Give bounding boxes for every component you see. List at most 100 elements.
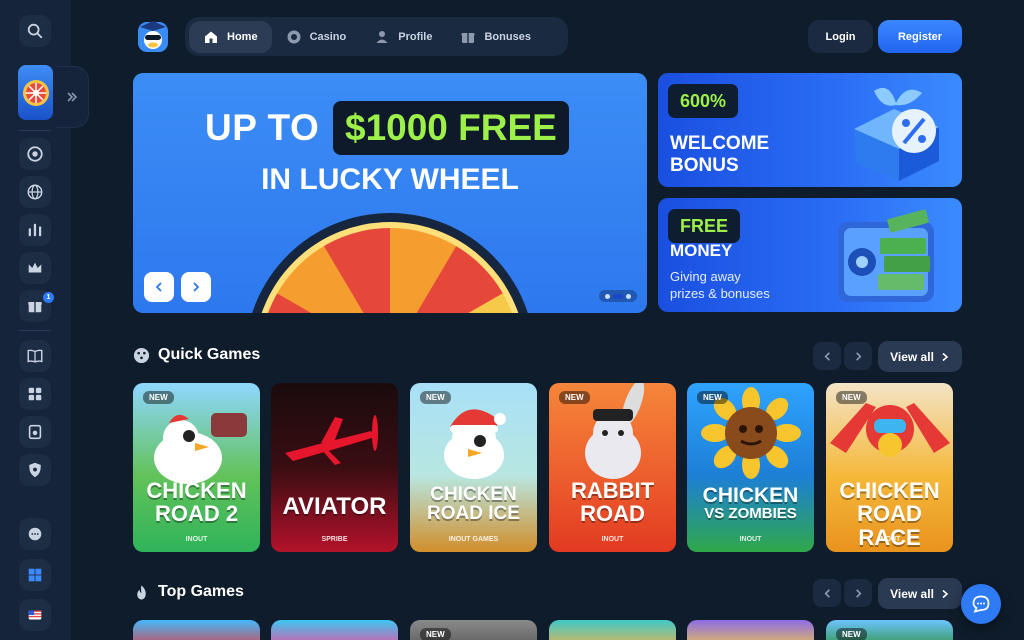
top-game-card[interactable] [687,620,814,640]
dice-icon [133,347,150,363]
chip-icon [287,30,301,43]
game-title-1: CHICKEN [839,478,940,503]
language-selector[interactable] [19,599,51,631]
top-games-next-button[interactable] [844,579,872,607]
chevron-left-icon [823,351,830,361]
hero-next-button[interactable] [181,272,211,302]
chevron-right-icon [942,589,949,598]
nav-casino[interactable]: Casino [272,21,361,53]
quick-games-prev-button[interactable] [813,342,841,370]
top-games-heading: Top Games [133,583,244,601]
sidebar-item-live[interactable] [19,214,51,246]
nav-casino-label: Casino [309,30,347,43]
carousel-dot[interactable] [605,293,610,299]
crown-icon [28,262,42,273]
chip-icon [27,146,43,162]
promo-sub-1: Giving away [670,269,741,284]
top-game-card[interactable]: NEW [826,620,953,640]
login-button[interactable]: Login [808,20,873,53]
sidebar-item-vip[interactable] [19,252,51,284]
carousel-dot-active[interactable] [613,293,623,299]
notification-badge: 1 [43,292,54,303]
promo-welcome-bonus[interactable]: 600% WELCOME BONUS [658,73,962,187]
top-games-title: Top Games [158,583,244,600]
sidebar-item-globe[interactable] [19,176,51,208]
top-games-prev-button[interactable] [813,579,841,607]
wheel-icon [22,79,49,106]
book-icon [27,349,43,363]
top-game-card[interactable] [549,620,676,640]
game-title-1: CHICKEN [702,484,799,507]
sidebar-item-casino[interactable] [19,138,51,170]
game-card-chicken-road-race[interactable]: NEW CHICKEN ROAD RACE INOUT [826,383,953,552]
quick-games-view-all[interactable]: View all [878,341,962,372]
carousel-dot[interactable] [626,293,631,299]
sidebar-item-security[interactable] [19,454,51,486]
nav-bonuses[interactable]: Bonuses [446,21,544,53]
vault-icon [28,424,42,440]
money-safe-graphic [838,209,934,302]
gift-box-percent-graphic [854,87,939,181]
hero-line2: IN LUCKY WHEEL [261,163,519,196]
sidebar-divider [19,130,51,131]
new-badge: NEW [697,391,728,404]
register-button[interactable]: Register [878,20,962,53]
quick-games-next-button[interactable] [844,342,872,370]
hero-prev-button[interactable] [144,272,174,302]
game-title-1: AVIATOR [282,493,387,520]
promo-title-1: MONEY [670,241,733,260]
game-title-1: CHICKEN [146,478,247,503]
nav-profile[interactable]: Profile [360,21,446,53]
search-button[interactable] [19,15,51,47]
signal-icon [28,223,42,237]
chevron-left-icon [155,282,162,292]
view-all-label: View all [890,349,934,364]
globe-icon [27,184,43,200]
hero-line1: UP TO [205,107,320,148]
sidebar-item-support[interactable] [19,518,51,550]
sidebar-expand-button[interactable] [56,66,89,128]
lucky-wheel-thumbnail[interactable] [18,65,53,120]
nav-profile-label: Profile [398,30,433,43]
game-provider: INOUT [739,536,762,543]
quick-games-heading: Quick Games [133,346,260,364]
new-badge: NEW [836,628,867,640]
user-icon [376,30,388,43]
sidebar-item-gifts[interactable]: 1 [19,290,54,322]
game-card-aviator[interactable]: AVIATOR SPRIBE [271,383,398,552]
sidebar-divider [19,330,51,331]
game-card-rabbit-road[interactable]: NEW RABBIT ROAD INOUT [549,383,676,552]
game-card-chicken-road-2[interactable]: NEW CHICKEN ROAD 2 INOUT [133,383,260,552]
promo-title-2: BONUS [670,155,739,176]
nav-home-label: Home [227,30,258,43]
hero-banner[interactable]: UP TO $1000 FREE IN LUCKY WHEEL [133,73,647,313]
sidebar-item-vault[interactable] [19,416,51,448]
gift-icon [28,301,42,313]
game-provider: SPRIBE [321,536,348,543]
new-badge: NEW [559,391,590,404]
carousel-dots [599,290,637,302]
promo-percent-pill: 600% [668,84,739,118]
nav-home[interactable]: Home [189,20,272,53]
top-game-card[interactable] [133,620,260,640]
game-provider: INOUT [601,536,624,543]
top-game-card[interactable]: NEW [410,620,537,640]
sidebar-item-windows-app[interactable] [19,559,51,591]
site-logo[interactable] [134,18,172,56]
puzzle-icon [28,387,42,401]
game-card-chicken-road-ice[interactable]: NEW CHICKEN ROAD ICE INOUT GAMES [410,383,537,552]
game-provider: INOUT GAMES [448,536,499,543]
sidebar-item-games[interactable] [19,378,51,410]
double-chevron-right-icon [67,92,78,102]
us-flag-icon [28,610,42,620]
top-games-view-all[interactable]: View all [878,578,962,609]
promo-free-money[interactable]: FREE MONEY Giving away prizes & bonuses [658,198,962,312]
sidebar: 1 [0,0,89,640]
sidebar-item-rules[interactable] [19,340,51,372]
game-card-chicken-vs-zombies[interactable]: NEW CHICKEN VS ZOMBIES INOUT [687,383,814,552]
top-game-card[interactable] [271,620,398,640]
live-chat-button[interactable] [961,584,1001,624]
quick-games-title: Quick Games [158,346,261,363]
new-badge: NEW [420,628,451,640]
promo-title-1: WELCOME [670,133,770,154]
